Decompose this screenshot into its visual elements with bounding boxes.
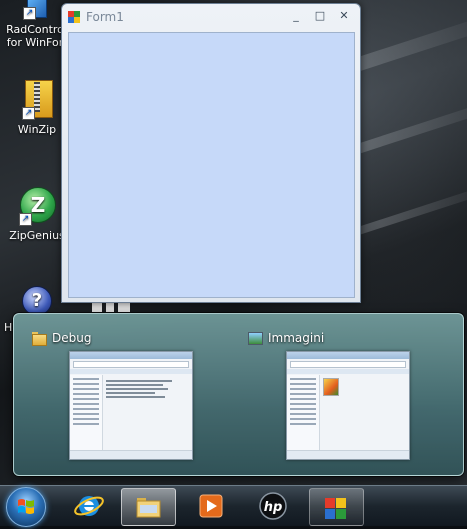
minimize-button[interactable]: _ xyxy=(288,9,304,23)
internet-explorer-icon xyxy=(74,496,104,516)
thumbnail-title-debug: Debug xyxy=(52,331,92,345)
taskbar-hp[interactable]: hp xyxy=(246,488,299,524)
taskbar-thumbnail-flyout: Debug Immagini xyxy=(13,313,464,476)
taskbar-form-app[interactable] xyxy=(309,488,364,526)
desktop-icon-radcontrols[interactable]: ↗ RadContro for WinFor xyxy=(2,0,68,49)
hp-icon: hp xyxy=(259,492,287,520)
thumbnail-immagini[interactable] xyxy=(286,351,410,460)
maximize-button[interactable]: □ xyxy=(312,9,328,23)
desktop-icon-label: for WinFor xyxy=(6,36,64,49)
app-window-icon xyxy=(325,498,346,519)
media-player-icon xyxy=(199,494,223,518)
taskbar-media-player[interactable] xyxy=(184,488,237,524)
folder-icon xyxy=(136,498,161,518)
shortcut-arrow-icon: ↗ xyxy=(22,107,35,120)
close-icon: ✕ xyxy=(339,9,349,22)
window-title: Form1 xyxy=(86,10,124,24)
start-button[interactable] xyxy=(6,487,46,527)
form-app-icon xyxy=(68,11,80,23)
pictures-icon xyxy=(248,332,263,345)
thumbnail-debug[interactable] xyxy=(69,351,193,460)
radcontrols-icon: ↗ xyxy=(21,0,49,20)
desktop: ↗ RadContro for WinFor ↗ WinZip Z ↗ ZipG… xyxy=(0,0,467,485)
minimize-icon: _ xyxy=(293,9,299,22)
windows-start-icon xyxy=(18,499,34,514)
form1-window[interactable]: Form1 _ □ ✕ xyxy=(61,3,361,303)
taskbar-internet-explorer[interactable] xyxy=(62,488,115,524)
shortcut-arrow-icon: ↗ xyxy=(19,213,32,226)
svg-text:hp: hp xyxy=(264,500,283,515)
shortcut-arrow-icon: ↗ xyxy=(23,7,36,20)
taskbar: hp xyxy=(0,485,467,527)
maximize-icon: □ xyxy=(314,9,326,22)
winzip-icon: ↗ xyxy=(20,80,54,120)
desktop-icon-label: RadContro xyxy=(6,23,64,36)
thumbnail-title-immagini: Immagini xyxy=(268,331,325,345)
zipgenius-icon: Z ↗ xyxy=(17,186,57,226)
close-button[interactable]: ✕ xyxy=(336,9,352,23)
taskbar-windows-explorer[interactable] xyxy=(121,488,176,526)
form-client-area[interactable] xyxy=(68,32,355,298)
folder-icon xyxy=(32,332,47,346)
